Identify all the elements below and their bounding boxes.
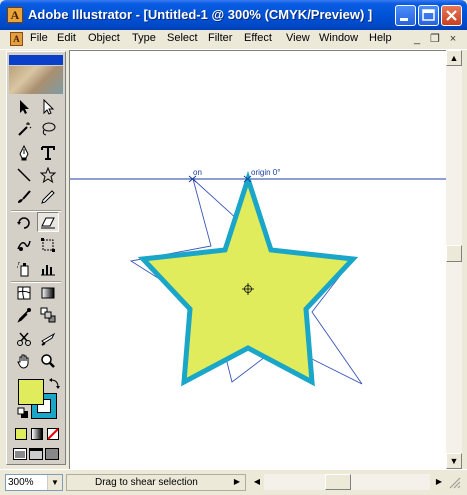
menu-file[interactable]: File: [30, 32, 48, 44]
gradient-mode-button[interactable]: [31, 428, 43, 440]
standard-screen-mode-icon[interactable]: [13, 448, 27, 460]
vertical-scrollbar[interactable]: ▲ ▼: [446, 50, 462, 469]
zoom-level-value: 300%: [8, 477, 34, 488]
knife-tool-icon[interactable]: [37, 329, 59, 349]
color-mode-button[interactable]: [15, 428, 27, 440]
toolbox-title-strip[interactable]: [9, 55, 63, 65]
status-menu-arrow-icon[interactable]: ▶: [230, 474, 244, 489]
scissors-tool-icon[interactable]: [13, 329, 35, 349]
rotate-tool-icon[interactable]: [13, 213, 35, 233]
type-tool-icon[interactable]: [37, 143, 59, 163]
menu-view[interactable]: View: [286, 32, 310, 44]
column-graph-tool-icon[interactable]: [37, 259, 59, 279]
menu-help[interactable]: Help: [369, 32, 392, 44]
close-icon: [446, 10, 457, 21]
horizontal-scroll-thumb[interactable]: [325, 474, 351, 490]
mesh-tool-icon[interactable]: [13, 283, 35, 303]
full-screen-mode-icon[interactable]: [45, 448, 59, 460]
swap-fill-stroke-icon[interactable]: [49, 378, 61, 390]
pencil-tool-icon[interactable]: [37, 187, 59, 207]
artwork-layer: [70, 170, 447, 387]
zoom-tool-icon[interactable]: [37, 351, 59, 371]
eyedropper-tool-icon[interactable]: [13, 305, 35, 325]
menu-filter[interactable]: Filter: [208, 32, 232, 44]
pen-tool-icon[interactable]: [13, 143, 35, 163]
menu-window[interactable]: Window: [319, 32, 358, 44]
minimize-icon: [400, 18, 408, 21]
menu-effect[interactable]: Effect: [244, 32, 272, 44]
blend-tool-icon[interactable]: [37, 305, 59, 325]
resize-grip-icon[interactable]: [447, 475, 461, 489]
status-info-field[interactable]: Drag to shear selection: [66, 474, 246, 491]
scroll-left-button[interactable]: ◀: [250, 474, 264, 490]
selection-tool-icon[interactable]: [13, 97, 35, 117]
scroll-up-button[interactable]: ▲: [446, 50, 462, 66]
symbol-sprayer-tool-icon[interactable]: [13, 259, 35, 279]
zoom-dropdown-arrow-icon[interactable]: ▼: [47, 475, 62, 490]
scroll-down-button[interactable]: ▼: [446, 453, 462, 469]
vertical-scroll-thumb[interactable]: [446, 245, 462, 262]
maximize-icon: [422, 9, 435, 21]
toolbox-panel: [6, 51, 66, 465]
smart-guide-label-origin: origin 0°: [251, 168, 281, 177]
menu-object[interactable]: Object: [88, 32, 120, 44]
minimize-button[interactable]: [395, 5, 416, 26]
default-fill-stroke-icon[interactable]: [17, 407, 29, 419]
scroll-right-button[interactable]: ▶: [432, 474, 446, 490]
menu-type[interactable]: Type: [132, 32, 156, 44]
direct-selection-tool-icon[interactable]: [37, 97, 59, 117]
doc-close-button[interactable]: ×: [446, 32, 460, 46]
fill-color-swatch[interactable]: [18, 379, 44, 405]
menu-bar: A File Edit Object Type Select Filter Ef…: [0, 30, 467, 50]
smart-guide-label-on: on: [193, 168, 202, 177]
lasso-tool-icon[interactable]: [37, 119, 59, 139]
star-tool-icon[interactable]: [37, 165, 59, 185]
artboard-canvas[interactable]: on origin 0°: [69, 50, 447, 470]
zoom-level-field[interactable]: 300% ▼: [5, 474, 63, 491]
venus-logo-image[interactable]: [9, 66, 63, 94]
title-bar[interactable]: A Adobe Illustrator - [Untitled-1 @ 300%…: [0, 0, 467, 30]
maximize-button[interactable]: [418, 5, 439, 26]
line-segment-tool-icon[interactable]: [13, 165, 35, 185]
none-mode-icon[interactable]: [47, 428, 59, 440]
doc-minimize-button[interactable]: _: [410, 32, 424, 46]
shear-tool-icon[interactable]: [37, 212, 59, 232]
window-title: Adobe Illustrator - [Untitled-1 @ 300% (…: [28, 7, 373, 22]
hand-tool-icon[interactable]: [13, 351, 35, 371]
warp-tool-icon[interactable]: [13, 235, 35, 255]
full-screen-menu-mode-icon[interactable]: [29, 448, 43, 460]
document-icon[interactable]: A: [10, 32, 23, 46]
status-bar: 300% ▼ Drag to shear selection ▶ ◀ ▶: [0, 469, 467, 495]
magic-wand-tool-icon[interactable]: [13, 119, 35, 139]
star-shape[interactable]: [137, 170, 359, 387]
gradient-tool-icon[interactable]: [37, 283, 59, 303]
menu-select[interactable]: Select: [167, 32, 198, 44]
paintbrush-tool-icon[interactable]: [13, 187, 35, 207]
menu-edit[interactable]: Edit: [57, 32, 76, 44]
illustrator-app-icon[interactable]: A: [7, 7, 23, 23]
close-button[interactable]: [441, 5, 462, 26]
status-text: Drag to shear selection: [95, 477, 198, 488]
doc-restore-button[interactable]: ❐: [428, 32, 442, 46]
free-transform-tool-icon[interactable]: [37, 235, 59, 255]
